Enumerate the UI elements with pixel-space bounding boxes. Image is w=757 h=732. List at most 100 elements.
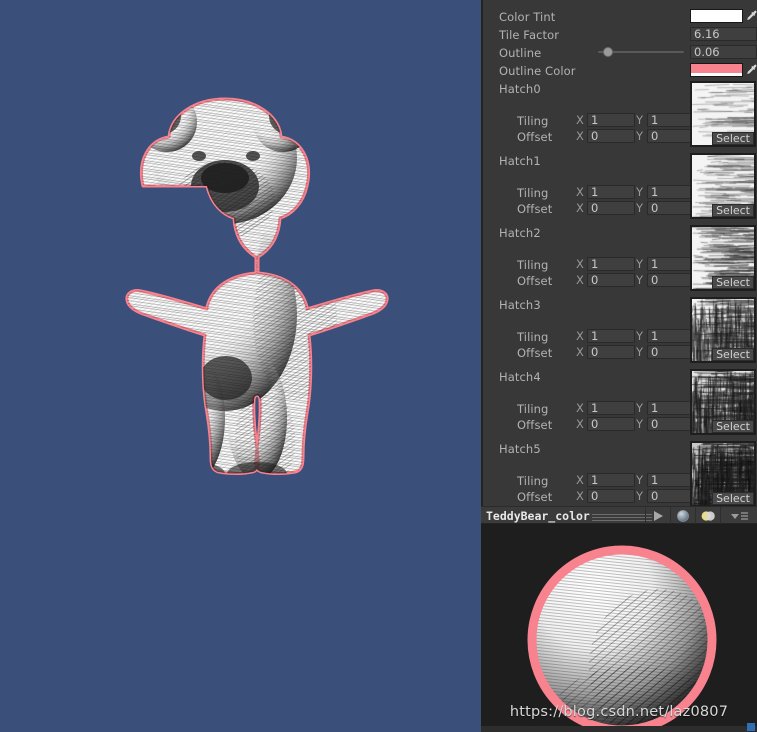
slider-value: 0.06 [694, 46, 720, 59]
offset-x-value: 0 [591, 418, 598, 431]
axis-label-offset-x: X [576, 417, 584, 431]
select-texture-button[interactable]: Select [712, 204, 754, 217]
axis-label-tiling-y: Y [636, 329, 643, 343]
material-inspector-panel[interactable]: Color Tint Tile Factor 6.16 Outline 0.06 Outl… [481, 0, 757, 506]
tiling-x-field[interactable]: 1 [587, 401, 635, 415]
offset-x-field[interactable]: 0 [587, 489, 635, 503]
texture-thumbnail[interactable]: Select [690, 441, 756, 506]
play-button[interactable] [645, 507, 670, 525]
offset-y-value: 0 [651, 130, 658, 143]
tiling-label: Tiling [517, 185, 548, 201]
tiling-label: Tiling [517, 473, 548, 489]
tiling-x-value: 1 [591, 330, 598, 343]
tiling-y-value: 1 [651, 474, 658, 487]
offset-y-field[interactable]: 0 [647, 129, 695, 143]
texture-thumbnail[interactable]: Select [690, 369, 756, 435]
tiling-y-field[interactable]: 1 [647, 329, 695, 343]
axis-label-tiling-y: Y [636, 113, 643, 127]
hatch-group-title: Hatch0 [499, 81, 541, 97]
tiling-x-field[interactable]: 1 [587, 329, 635, 343]
axis-label-offset-x: X [576, 273, 584, 287]
tiling-label: Tiling [517, 401, 548, 417]
select-texture-button[interactable]: Select [712, 132, 754, 145]
offset-x-value: 0 [591, 274, 598, 287]
preview-options-button[interactable] [720, 507, 757, 525]
hatch-group-title: Hatch4 [499, 369, 541, 385]
eyedropper-icon[interactable] [745, 63, 757, 77]
offset-y-field[interactable]: 0 [647, 273, 695, 287]
material-preview-viewport[interactable]: https://blog.csdn.net/laz0807 [481, 524, 757, 732]
offset-label: Offset [517, 273, 552, 289]
slider-handle[interactable] [603, 47, 613, 57]
scene-view[interactable] [0, 0, 481, 732]
property-label: Outline Color [499, 63, 576, 79]
slider-number-field[interactable]: 0.06 [690, 45, 757, 59]
preview-header-bar[interactable]: TeddyBear_color [481, 506, 757, 524]
offset-y-field[interactable]: 0 [647, 489, 695, 503]
preview-mesh-button[interactable] [670, 507, 695, 525]
property-label: Tile Factor [499, 27, 559, 43]
tiling-y-value: 1 [651, 186, 658, 199]
axis-label-offset-x: X [576, 129, 584, 143]
axis-label-tiling-x: X [576, 473, 584, 487]
property-label: Outline [499, 45, 541, 61]
select-texture-button[interactable]: Select [712, 420, 754, 433]
tiling-x-value: 1 [591, 474, 598, 487]
hatch-group-title: Hatch3 [499, 297, 541, 313]
axis-label-tiling-x: X [576, 329, 584, 343]
axis-label-tiling-y: Y [636, 257, 643, 271]
tiling-x-field[interactable]: 1 [587, 113, 635, 127]
property-label: Color Tint [499, 9, 555, 25]
hatch-group-title: Hatch2 [499, 225, 541, 241]
tiling-x-field[interactable]: 1 [587, 185, 635, 199]
teddy-bear-model[interactable] [55, 60, 445, 480]
tiling-y-field[interactable]: 1 [647, 185, 695, 199]
offset-label: Offset [517, 417, 552, 433]
tiling-y-value: 1 [651, 258, 658, 271]
axis-label-tiling-x: X [576, 113, 584, 127]
select-texture-button[interactable]: Select [712, 492, 754, 505]
alpha-strip [691, 73, 742, 76]
tiling-x-field[interactable]: 1 [587, 473, 635, 487]
tiling-y-value: 1 [651, 402, 658, 415]
axis-label-offset-y: Y [636, 489, 643, 503]
offset-y-value: 0 [651, 274, 658, 287]
tiling-x-field[interactable]: 1 [587, 257, 635, 271]
lighting-toggle-button[interactable] [695, 507, 720, 525]
number-field[interactable]: 6.16 [690, 27, 757, 41]
tiling-y-field[interactable]: 1 [647, 401, 695, 415]
offset-y-field[interactable]: 0 [647, 417, 695, 431]
texture-thumbnail[interactable]: Select [690, 153, 756, 219]
property-row-outline: Outline 0.06 [483, 45, 757, 61]
color-swatch[interactable] [690, 9, 743, 23]
property-row-outline-color: Outline Color [483, 63, 757, 79]
offset-x-field[interactable]: 0 [587, 345, 635, 359]
axis-label-offset-y: Y [636, 417, 643, 431]
tiling-y-field[interactable]: 1 [647, 113, 695, 127]
offset-y-value: 0 [651, 490, 658, 503]
texture-thumbnail[interactable]: Select [690, 81, 756, 147]
texture-thumbnail[interactable]: Select [690, 225, 756, 291]
tiling-y-field[interactable]: 1 [647, 257, 695, 271]
preview-resize-grip[interactable] [592, 514, 652, 518]
axis-label-tiling-x: X [576, 257, 584, 271]
axis-label-tiling-x: X [576, 401, 584, 415]
offset-x-field[interactable]: 0 [587, 417, 635, 431]
hatch-group-4: Hatch4 Tiling Offset X 1 Y 1 X 0 Y 0 Select [483, 369, 757, 437]
outline-slider[interactable] [598, 45, 684, 59]
offset-x-field[interactable]: 0 [587, 201, 635, 215]
offset-y-field[interactable]: 0 [647, 201, 695, 215]
resize-corner-indicator[interactable] [747, 723, 755, 731]
texture-thumbnail[interactable]: Select [690, 297, 756, 363]
tiling-x-value: 1 [591, 258, 598, 271]
tiling-x-value: 1 [591, 186, 598, 199]
select-texture-button[interactable]: Select [712, 276, 754, 289]
select-texture-button[interactable]: Select [712, 348, 754, 361]
watermark-text: https://blog.csdn.net/laz0807 [481, 704, 757, 720]
offset-x-field[interactable]: 0 [587, 273, 635, 287]
offset-x-field[interactable]: 0 [587, 129, 635, 143]
offset-y-field[interactable]: 0 [647, 345, 695, 359]
tiling-y-field[interactable]: 1 [647, 473, 695, 487]
color-swatch[interactable] [690, 63, 743, 77]
eyedropper-icon[interactable] [745, 9, 757, 23]
